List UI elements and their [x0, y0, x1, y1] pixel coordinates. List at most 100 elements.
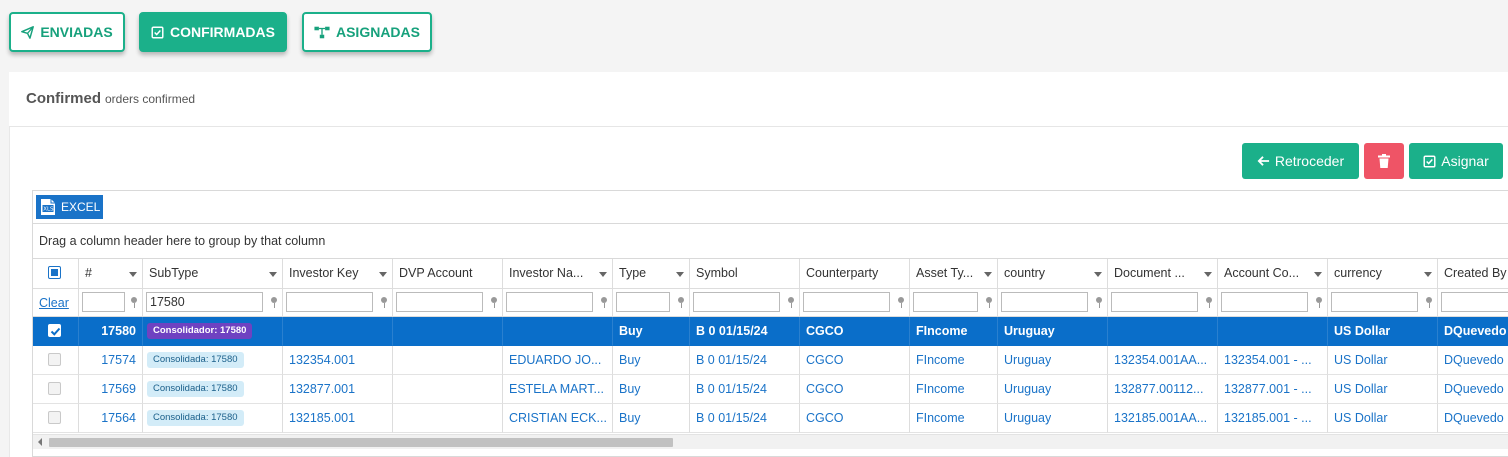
cell-created-by[interactable]: DQuevedo [1438, 317, 1508, 346]
cell-account[interactable]: 132354.001 - ... [1218, 346, 1328, 375]
cell-created-by[interactable]: DQuevedo [1438, 346, 1508, 375]
cell-document[interactable]: 132877.00112... [1108, 375, 1218, 404]
cell-document[interactable]: 132354.001AA... [1108, 346, 1218, 375]
filter-pin-icon[interactable] [491, 297, 497, 308]
column-header-document[interactable]: Document ... [1108, 259, 1218, 289]
clear-filters-link[interactable]: Clear [39, 296, 69, 310]
filter-pin-icon[interactable] [678, 297, 684, 308]
cell-country[interactable]: Uruguay [998, 375, 1108, 404]
row-select-checkbox[interactable] [48, 411, 61, 424]
column-header-dvp-account[interactable]: DVP Account [393, 259, 503, 289]
cell-investor-key[interactable]: 132354.001 [283, 346, 393, 375]
filter-input-dvp-account[interactable] [396, 292, 483, 312]
cell-country[interactable]: Uruguay [998, 404, 1108, 433]
row-select-checkbox[interactable] [48, 353, 61, 366]
cell-account[interactable]: 132185.001 - ... [1218, 404, 1328, 433]
column-header-created-by[interactable]: Created By [1438, 259, 1508, 289]
cell-dvp-account[interactable] [393, 404, 503, 433]
cell-asset-type[interactable]: FIncome [910, 317, 998, 346]
row-checkbox[interactable] [33, 346, 79, 375]
asignar-button[interactable]: Asignar [1409, 143, 1503, 179]
column-header-symbol[interactable]: Symbol [690, 259, 800, 289]
cell-created-by[interactable]: DQuevedo [1438, 404, 1508, 433]
excel-export-button[interactable]: XLS EXCEL [36, 195, 103, 219]
cell-type[interactable]: Buy [613, 404, 690, 433]
row-checkbox[interactable] [33, 404, 79, 433]
column-header-counterparty[interactable]: Counterparty [800, 259, 910, 289]
filter-pin-icon[interactable] [1206, 297, 1212, 308]
filter-pin-icon[interactable] [986, 297, 992, 308]
horizontal-scrollbar[interactable] [33, 434, 1508, 449]
cell-asset-type[interactable]: FIncome [910, 346, 998, 375]
cell-type[interactable]: Buy [613, 317, 690, 346]
row-select-checkbox[interactable] [48, 382, 61, 395]
cell-type[interactable]: Buy [613, 375, 690, 404]
cell-account[interactable] [1218, 317, 1328, 346]
cell-country[interactable]: Uruguay [998, 317, 1108, 346]
filter-pin-icon[interactable] [131, 297, 137, 308]
filter-pin-icon[interactable] [1096, 297, 1102, 308]
column-header-type[interactable]: Type [613, 259, 690, 289]
cell-investor-name[interactable] [503, 317, 613, 346]
scroll-left-arrow-icon[interactable] [38, 438, 42, 446]
cell-currency[interactable]: US Dollar [1328, 346, 1438, 375]
cell-counterparty[interactable]: CGCO [800, 404, 910, 433]
cell-created-by[interactable]: DQuevedo [1438, 375, 1508, 404]
tab-asignadas[interactable]: ASIGNADAS [302, 12, 432, 52]
cell-investor-name[interactable]: CRISTIAN ECK... [503, 404, 613, 433]
column-header-investor-name[interactable]: Investor Na... [503, 259, 613, 289]
cell-counterparty[interactable]: CGCO [800, 346, 910, 375]
cell-num[interactable]: 17569 [79, 375, 143, 404]
column-header-num[interactable]: # [79, 259, 143, 289]
filter-pin-icon[interactable] [1426, 297, 1432, 308]
filter-pin-icon[interactable] [788, 297, 794, 308]
cell-subtype[interactable]: Consolidador: 17580 [143, 317, 283, 346]
cell-subtype[interactable]: Consolidada: 17580 [143, 346, 283, 375]
chevron-down-icon[interactable] [676, 272, 684, 277]
column-header-currency[interactable]: currency [1328, 259, 1438, 289]
chevron-down-icon[interactable] [599, 272, 607, 277]
scrollbar-thumb[interactable] [49, 438, 673, 447]
cell-asset-type[interactable]: FIncome [910, 375, 998, 404]
cell-account[interactable]: 132877.001 - ... [1218, 375, 1328, 404]
filter-input-num[interactable] [82, 292, 125, 312]
filter-pin-icon[interactable] [898, 297, 904, 308]
cell-investor-name[interactable]: ESTELA MART... [503, 375, 613, 404]
filter-input-counterparty[interactable] [803, 292, 890, 312]
column-header-asset-type[interactable]: Asset Ty... [910, 259, 998, 289]
cell-symbol[interactable]: B 0 01/15/24 [690, 375, 800, 404]
cell-dvp-account[interactable] [393, 375, 503, 404]
chevron-down-icon[interactable] [1424, 272, 1432, 277]
chevron-down-icon[interactable] [984, 272, 992, 277]
retroceder-button[interactable]: Retroceder [1242, 143, 1359, 179]
cell-investor-name[interactable]: EDUARDO JO... [503, 346, 613, 375]
filter-input-type[interactable] [616, 292, 670, 312]
column-header-subtype[interactable]: SubType [143, 259, 283, 289]
select-all-checkbox[interactable] [48, 266, 61, 279]
row-checkbox[interactable] [33, 317, 79, 346]
tab-confirmadas[interactable]: CONFIRMADAS [139, 12, 287, 52]
filter-input-account[interactable] [1221, 292, 1308, 312]
cell-symbol[interactable]: B 0 01/15/24 [690, 317, 800, 346]
chevron-down-icon[interactable] [1204, 272, 1212, 277]
chevron-down-icon[interactable] [1094, 272, 1102, 277]
cell-investor-key[interactable]: 132185.001 [283, 404, 393, 433]
cell-subtype[interactable]: Consolidada: 17580 [143, 404, 283, 433]
chevron-down-icon[interactable] [269, 272, 277, 277]
filter-input-currency[interactable] [1331, 292, 1418, 312]
filter-input-subtype[interactable] [146, 292, 263, 312]
chevron-down-icon[interactable] [129, 272, 137, 277]
filter-input-symbol[interactable] [693, 292, 780, 312]
row-select-checkbox[interactable] [48, 324, 61, 337]
filter-pin-icon[interactable] [381, 297, 387, 308]
filter-pin-icon[interactable] [601, 297, 607, 308]
row-checkbox[interactable] [33, 375, 79, 404]
cell-type[interactable]: Buy [613, 346, 690, 375]
cell-document[interactable] [1108, 317, 1218, 346]
cell-symbol[interactable]: B 0 01/15/24 [690, 404, 800, 433]
filter-pin-icon[interactable] [271, 297, 277, 308]
cell-investor-key[interactable] [283, 317, 393, 346]
column-header-investor-key[interactable]: Investor Key [283, 259, 393, 289]
cell-subtype[interactable]: Consolidada: 17580 [143, 375, 283, 404]
filter-input-investor-name[interactable] [506, 292, 593, 312]
